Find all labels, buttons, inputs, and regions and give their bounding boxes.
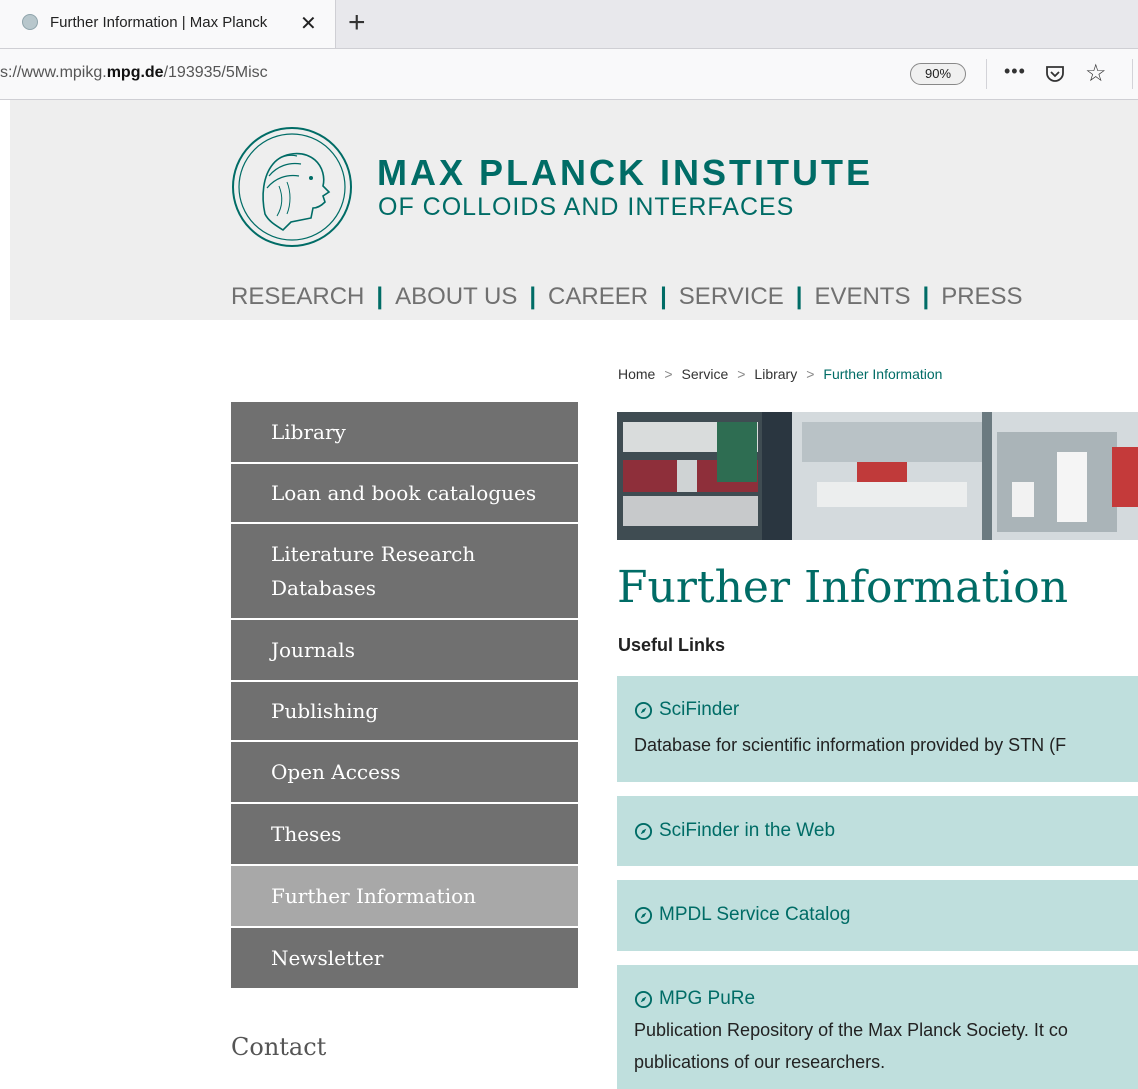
nav-item-career[interactable]: CAREER xyxy=(548,283,648,310)
sidebar-nav: Library Loan and book catalogues Literat… xyxy=(231,402,578,988)
url-domain: mpg.de xyxy=(106,64,164,81)
nav-separator: | xyxy=(529,283,537,310)
breadcrumb-service[interactable]: Service xyxy=(682,366,729,382)
minerva-logo-icon[interactable] xyxy=(231,126,353,248)
link-description-line1: Publication Repository of the Max Planck… xyxy=(634,1020,1068,1040)
breadcrumb-current[interactable]: Further Information xyxy=(823,366,942,382)
url-text[interactable]: s://www.mpikg.mpg.de/193935/5Misc xyxy=(0,64,268,82)
compass-icon xyxy=(634,906,653,924)
page-title: Further Information xyxy=(617,562,1069,613)
link-mpg-pure[interactable]: MPG PuRe xyxy=(634,988,1121,1010)
link-mpdl-service-catalog[interactable]: MPDL Service Catalog xyxy=(634,904,1121,926)
toolbar-divider xyxy=(986,59,987,89)
bookmark-star-icon[interactable]: ☆ xyxy=(1085,59,1107,88)
page-actions-more-icon[interactable]: ••• xyxy=(1004,61,1026,82)
nav-separator: | xyxy=(376,283,384,310)
link-scifinder[interactable]: SciFinder xyxy=(634,699,1121,721)
nav-separator: | xyxy=(795,283,803,310)
sidebar-item-newsletter[interactable]: Newsletter xyxy=(231,928,578,988)
url-prefix: s://www.mpikg. xyxy=(0,64,107,81)
link-description: Database for scientific information prov… xyxy=(634,735,1067,755)
new-tab-icon[interactable]: + xyxy=(348,6,366,40)
toolbar-divider xyxy=(1132,59,1133,89)
breadcrumb-home[interactable]: Home xyxy=(618,366,655,382)
nav-separator: | xyxy=(922,283,930,310)
nav-item-service[interactable]: SERVICE xyxy=(679,283,784,310)
link-card-scifinder: SciFinder Database for scientific inform… xyxy=(617,676,1138,782)
link-label[interactable]: SciFinder in the Web xyxy=(659,820,835,842)
sidebar-item-literature-research-databases[interactable]: Literature Research Databases xyxy=(231,524,578,620)
useful-links-heading: Useful Links xyxy=(618,635,726,655)
link-description-line2: publications of our researchers. xyxy=(634,1052,886,1072)
compass-icon xyxy=(634,822,653,840)
link-card-mpg-pure: MPG PuRe Publication Repository of the M… xyxy=(617,965,1138,1089)
nav-item-about-us[interactable]: ABOUT US xyxy=(395,283,517,310)
breadcrumb-separator: > xyxy=(806,366,815,382)
sidebar-item-publishing[interactable]: Publishing xyxy=(231,682,578,742)
link-scifinder-in-the-web[interactable]: SciFinder in the Web xyxy=(634,820,1121,842)
nav-item-press[interactable]: PRESS xyxy=(941,283,1022,310)
site-favicon-icon xyxy=(22,14,38,30)
compass-icon xyxy=(634,701,653,719)
sidebar-item-theses[interactable]: Theses xyxy=(231,804,578,866)
breadcrumb-separator: > xyxy=(737,366,746,382)
breadcrumb: Home > Service > Library > Further Information xyxy=(618,366,942,382)
compass-icon xyxy=(634,990,653,1008)
zoom-level-button[interactable]: 90% xyxy=(910,63,966,85)
breadcrumb-library[interactable]: Library xyxy=(754,366,797,382)
nav-item-events[interactable]: EVENTS xyxy=(814,283,910,310)
institute-name[interactable]: MAX PLANCK INSTITUTE xyxy=(377,152,873,194)
contact-heading: Contact xyxy=(231,1033,327,1061)
tab-title: Further Information | Max Planck xyxy=(50,14,268,31)
sidebar-item-open-access[interactable]: Open Access xyxy=(231,742,578,804)
address-bar[interactable]: s://www.mpikg.mpg.de/193935/5Misc 90% ••… xyxy=(0,49,1138,100)
breadcrumb-separator: > xyxy=(664,366,673,382)
sidebar-item-further-information[interactable]: Further Information xyxy=(231,866,578,928)
library-hero-image xyxy=(617,412,1138,540)
sidebar-item-library[interactable]: Library xyxy=(231,402,578,464)
link-description: Publication Repository of the Max Planck… xyxy=(634,1014,1121,1078)
pocket-icon[interactable] xyxy=(1045,65,1065,83)
link-card-scifinder-web: SciFinder in the Web xyxy=(617,796,1138,866)
browser-tab[interactable]: Further Information | Max Planck ✕ xyxy=(0,0,336,48)
url-path: /193935/5Misc xyxy=(163,64,268,81)
site-header: MAX PLANCK INSTITUTE OF COLLOIDS AND INT… xyxy=(10,100,1138,320)
sidebar-item-journals[interactable]: Journals xyxy=(231,620,578,682)
link-card-mpdl: MPDL Service Catalog xyxy=(617,880,1138,951)
browser-tab-bar: Further Information | Max Planck ✕ + xyxy=(0,0,1138,49)
close-tab-icon[interactable]: ✕ xyxy=(300,11,317,36)
sidebar-item-loan-and-book-catalogues[interactable]: Loan and book catalogues xyxy=(231,464,578,524)
link-label[interactable]: MPDL Service Catalog xyxy=(659,904,850,926)
nav-item-research[interactable]: RESEARCH xyxy=(231,283,364,310)
nav-separator: | xyxy=(660,283,667,310)
main-nav: RESEARCH | ABOUT US | CAREER | SERVICE | EVENTS |… xyxy=(231,283,1023,311)
link-label[interactable]: SciFinder xyxy=(659,699,739,721)
institute-subtitle[interactable]: OF COLLOIDS AND INTERFACES xyxy=(378,193,794,222)
link-label[interactable]: MPG PuRe xyxy=(659,988,755,1010)
